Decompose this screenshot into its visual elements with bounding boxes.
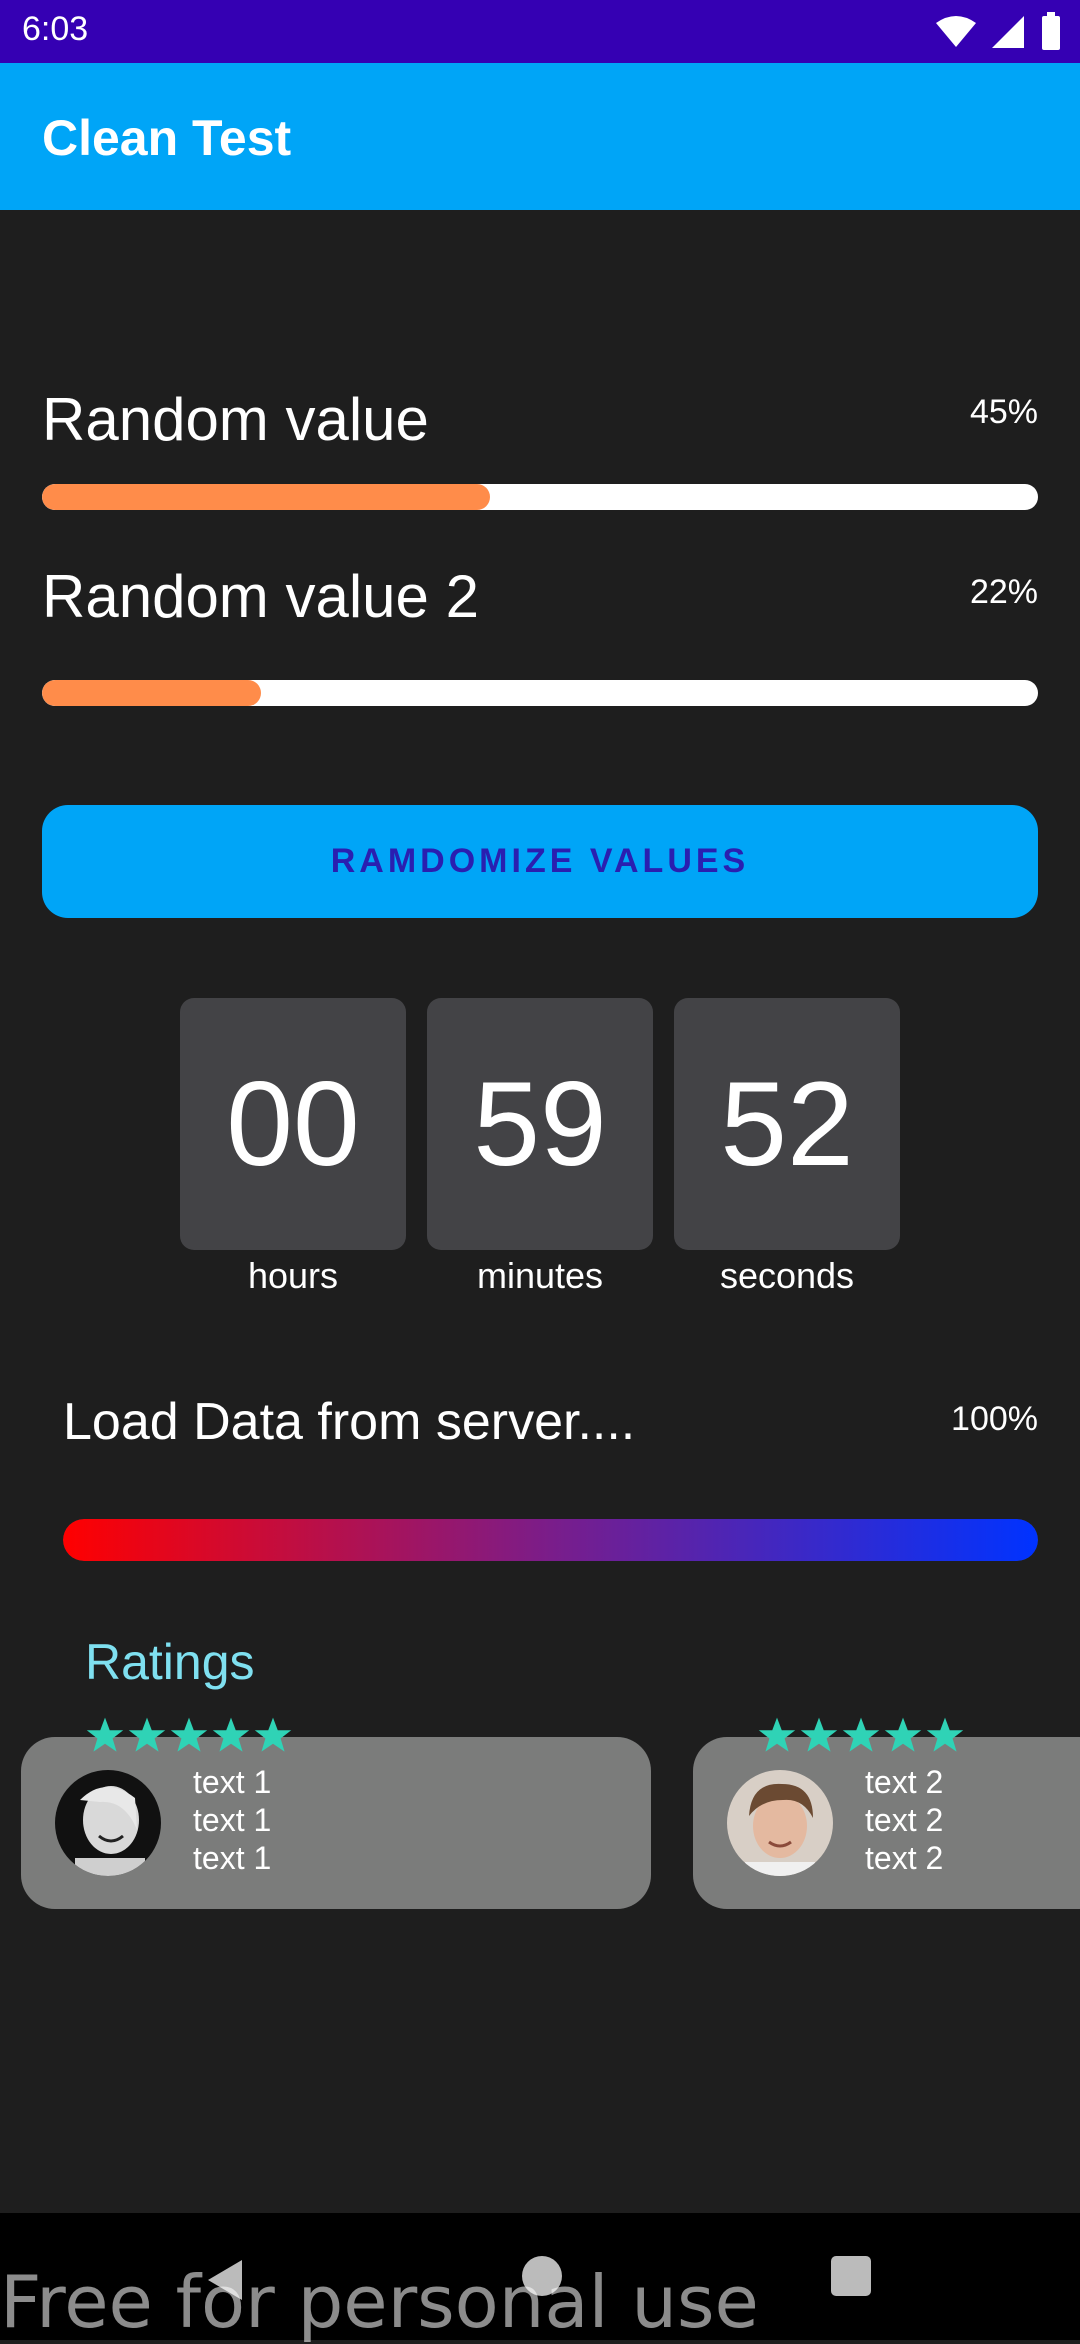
progress-percent-1: 45% xyxy=(969,393,1038,431)
progress-label-1: Random value xyxy=(42,386,429,453)
avatar xyxy=(55,1770,161,1876)
progress-bar-1 xyxy=(42,484,1038,510)
star-icon xyxy=(842,1717,880,1752)
minutes-label: minutes xyxy=(476,1255,604,1296)
wifi-icon xyxy=(936,16,976,47)
status-icons xyxy=(936,8,1062,56)
status-time: 6:03 xyxy=(22,10,89,48)
rating-card-2[interactable]: text 2 text 2 text 2 xyxy=(693,1737,1080,1909)
card-line: text 1 xyxy=(193,1840,272,1876)
star-icon xyxy=(86,1717,124,1752)
card-line: text 1 xyxy=(193,1802,272,1838)
rating-card-text: text 2 text 2 text 2 xyxy=(865,1763,943,1877)
card-line: text 2 xyxy=(865,1764,944,1800)
card-line: text 2 xyxy=(865,1802,944,1838)
seconds-label: seconds xyxy=(719,1255,855,1296)
status-bar: 6:03 xyxy=(0,0,1080,63)
randomize-values-button[interactable]: RAMDOMIZE VALUES xyxy=(42,805,1038,918)
avatar xyxy=(727,1770,833,1876)
app-bar: Clean Test xyxy=(0,63,1080,210)
star-icon xyxy=(800,1717,838,1752)
progress-percent-2: 22% xyxy=(969,573,1038,611)
star-icon xyxy=(212,1717,250,1752)
rating-stars-2 xyxy=(758,1716,964,1754)
card-line: text 2 xyxy=(865,1840,944,1876)
star-icon xyxy=(254,1717,292,1752)
seconds-box: 52 xyxy=(674,998,900,1250)
rating-stars-1 xyxy=(86,1716,292,1754)
progress-label-2: Random value 2 xyxy=(42,563,479,630)
rating-card-1[interactable]: text 1 text 1 text 1 xyxy=(21,1737,651,1909)
star-icon xyxy=(170,1717,208,1752)
watermark: Free for personal use xyxy=(0,2260,759,2344)
load-progress-bar xyxy=(63,1519,1038,1561)
recents-icon[interactable] xyxy=(831,2256,871,2296)
hours-box: 00 xyxy=(180,998,406,1250)
progress-fill-2 xyxy=(42,680,262,706)
rating-card-text: text 1 text 1 text 1 xyxy=(193,1763,271,1877)
card-line: text 1 xyxy=(193,1764,272,1800)
battery-icon xyxy=(1042,12,1060,50)
load-progress-fill xyxy=(63,1519,1038,1561)
load-label: Load Data from server.... xyxy=(63,1393,636,1451)
star-icon xyxy=(128,1717,166,1752)
minutes-box: 59 xyxy=(427,998,653,1250)
load-percent: 100% xyxy=(951,1400,1038,1438)
star-icon xyxy=(884,1717,922,1752)
star-icon xyxy=(926,1717,964,1752)
hours-label: hours xyxy=(247,1255,339,1296)
star-icon xyxy=(758,1717,796,1752)
progress-fill-1 xyxy=(42,484,491,510)
ratings-title: Ratings xyxy=(85,1634,255,1690)
progress-bar-2 xyxy=(42,680,1038,706)
signal-icon xyxy=(992,16,1024,48)
app-title: Clean Test xyxy=(42,110,292,166)
